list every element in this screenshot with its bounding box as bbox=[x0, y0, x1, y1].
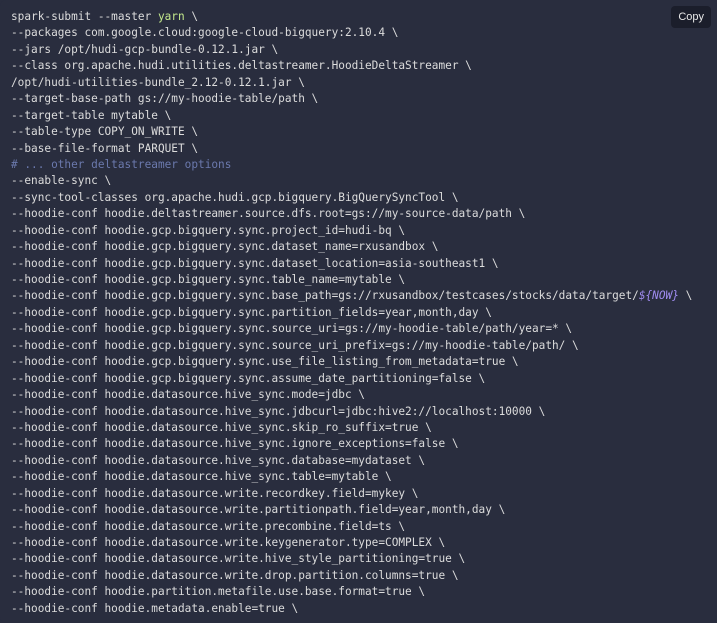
code-line: --hoodie-conf hoodie.gcp.bigquery.sync.t… bbox=[11, 272, 707, 288]
code-line: --hoodie-conf hoodie.datasource.write.pr… bbox=[11, 519, 707, 535]
code-text: --class org.apache.hudi.utilities.deltas… bbox=[11, 59, 472, 73]
code-line: --table-type COPY_ON_WRITE \ bbox=[11, 124, 707, 140]
code-line: --hoodie-conf hoodie.datasource.hive_syn… bbox=[11, 387, 707, 403]
code-text: --hoodie-conf hoodie.datasource.write.re… bbox=[11, 486, 419, 500]
code-text: --hoodie-conf hoodie.datasource.write.hi… bbox=[11, 552, 466, 566]
code-line: --hoodie-conf hoodie.datasource.hive_syn… bbox=[11, 404, 707, 420]
code-line: --hoodie-conf hoodie.gcp.bigquery.sync.p… bbox=[11, 223, 707, 239]
code-line: --hoodie-conf hoodie.gcp.bigquery.sync.u… bbox=[11, 354, 707, 370]
code-text: --target-base-path gs://my-hoodie-table/… bbox=[11, 92, 319, 106]
code-text: --enable-sync \ bbox=[11, 174, 112, 188]
code-text: --jars /opt/hudi-gcp-bundle-0.12.1.jar \ bbox=[11, 42, 279, 56]
code-text: /opt/hudi-utilities-bundle_2.12-0.12.1.j… bbox=[11, 75, 305, 89]
code-line: --hoodie-conf hoodie.gcp.bigquery.sync.d… bbox=[11, 239, 707, 255]
code-text: --hoodie-conf hoodie.datasource.write.pa… bbox=[11, 503, 506, 517]
code-text: --hoodie-conf hoodie.gcp.bigquery.sync.d… bbox=[11, 240, 439, 254]
code-text: --packages com.google.cloud:google-cloud… bbox=[11, 26, 399, 40]
code-text: --hoodie-conf hoodie.gcp.bigquery.sync.p… bbox=[11, 305, 492, 319]
code-line: --hoodie-conf hoodie.datasource.write.ke… bbox=[11, 535, 707, 551]
code-text: --hoodie-conf hoodie.datasource.write.pr… bbox=[11, 519, 406, 533]
code-line: --hoodie-conf hoodie.gcp.bigquery.sync.d… bbox=[11, 256, 707, 272]
code-line: --class org.apache.hudi.utilities.deltas… bbox=[11, 58, 707, 74]
copy-button[interactable]: Copy bbox=[671, 6, 711, 28]
code-text: --hoodie-conf hoodie.gcp.bigquery.sync.a… bbox=[11, 371, 486, 385]
code-line: --hoodie-conf hoodie.partition.metafile.… bbox=[11, 584, 707, 600]
code-line: --hoodie-conf hoodie.gcp.bigquery.sync.s… bbox=[11, 338, 707, 354]
code-text: --hoodie-conf hoodie.datasource.hive_syn… bbox=[11, 420, 432, 434]
code-text: --hoodie-conf hoodie.datasource.hive_syn… bbox=[11, 404, 546, 418]
code-line: --hoodie-conf hoodie.datasource.hive_syn… bbox=[11, 453, 707, 469]
code-line: --enable-sync \ bbox=[11, 173, 707, 189]
code-line: --hoodie-conf hoodie.datasource.hive_syn… bbox=[11, 469, 707, 485]
code-text: spark-submit --master bbox=[11, 10, 158, 23]
code-line: --base-file-format PARQUET \ bbox=[11, 141, 707, 157]
code-text: --hoodie-conf hoodie.metadata.enable=tru… bbox=[11, 601, 299, 615]
code-line: --sync-tool-classes org.apache.hudi.gcp.… bbox=[11, 190, 707, 206]
code-text: --hoodie-conf hoodie.deltastreamer.sourc… bbox=[11, 207, 526, 221]
code-line: --target-table mytable \ bbox=[11, 108, 707, 124]
code-text: --hoodie-conf hoodie.gcp.bigquery.sync.p… bbox=[11, 223, 406, 237]
code-text: --hoodie-conf hoodie.partition.metafile.… bbox=[11, 585, 426, 599]
code-line: --hoodie-conf hoodie.gcp.bigquery.sync.p… bbox=[11, 305, 707, 321]
code-line: --hoodie-conf hoodie.datasource.hive_syn… bbox=[11, 420, 707, 436]
code-text: --hoodie-conf hoodie.datasource.hive_syn… bbox=[11, 453, 426, 467]
code-text: --sync-tool-classes org.apache.hudi.gcp.… bbox=[11, 190, 459, 204]
code-text: --hoodie-conf hoodie.datasource.hive_syn… bbox=[11, 470, 392, 484]
code-line: --packages com.google.cloud:google-cloud… bbox=[11, 25, 707, 41]
code-text: --hoodie-conf hoodie.datasource.hive_syn… bbox=[11, 437, 459, 451]
code-text: --hoodie-conf hoodie.gcp.bigquery.sync.b… bbox=[11, 289, 639, 303]
code-text: --hoodie-conf hoodie.datasource.hive_syn… bbox=[11, 388, 365, 402]
code-text: --hoodie-conf hoodie.gcp.bigquery.sync.d… bbox=[11, 256, 499, 270]
code-text: --hoodie-conf hoodie.gcp.bigquery.sync.s… bbox=[11, 322, 573, 336]
code-line: --hoodie-conf hoodie.gcp.bigquery.sync.s… bbox=[11, 321, 707, 337]
code-line: --hoodie-conf hoodie.datasource.write.pa… bbox=[11, 502, 707, 518]
code-text: \ bbox=[678, 289, 693, 303]
code-line: --target-base-path gs://my-hoodie-table/… bbox=[11, 91, 707, 107]
code-line: /opt/hudi-utilities-bundle_2.12-0.12.1.j… bbox=[11, 75, 707, 91]
code-line: --hoodie-conf hoodie.metadata.enable=tru… bbox=[11, 601, 707, 617]
code-text: --table-type COPY_ON_WRITE \ bbox=[11, 125, 199, 139]
code-text: \ bbox=[184, 10, 199, 23]
code-variable: ${NOW} bbox=[638, 289, 679, 303]
code-keyword: yarn bbox=[157, 10, 185, 23]
code-text: --hoodie-conf hoodie.datasource.write.dr… bbox=[11, 568, 459, 582]
code-line: --jars /opt/hudi-gcp-bundle-0.12.1.jar \ bbox=[11, 42, 707, 58]
code-line: --hoodie-conf hoodie.deltastreamer.sourc… bbox=[11, 206, 707, 222]
code-block: Copy spark-submit --master yarn \ --packa… bbox=[0, 0, 717, 623]
code-comment: # ... other deltastreamer options bbox=[11, 157, 232, 171]
code-line: --hoodie-conf hoodie.gcp.bigquery.sync.b… bbox=[11, 288, 707, 304]
code-line: # ... other deltastreamer options bbox=[11, 157, 707, 173]
code-line: --hoodie-conf hoodie.datasource.hive_syn… bbox=[11, 436, 707, 452]
code-text: --hoodie-conf hoodie.gcp.bigquery.sync.u… bbox=[11, 355, 519, 369]
code-text: --hoodie-conf hoodie.gcp.bigquery.sync.s… bbox=[11, 338, 579, 352]
code-text: --hoodie-conf hoodie.datasource.write.ke… bbox=[11, 536, 446, 549]
code-content: spark-submit --master yarn \ --packages c… bbox=[11, 9, 707, 617]
code-line: --hoodie-conf hoodie.datasource.write.re… bbox=[11, 486, 707, 502]
code-text: --target-table mytable \ bbox=[11, 108, 172, 122]
code-line: --hoodie-conf hoodie.datasource.write.hi… bbox=[11, 551, 707, 567]
code-text: --base-file-format PARQUET \ bbox=[11, 141, 199, 155]
code-line: --hoodie-conf hoodie.datasource.write.dr… bbox=[11, 568, 707, 584]
code-line: --hoodie-conf hoodie.gcp.bigquery.sync.a… bbox=[11, 371, 707, 387]
code-line: spark-submit --master yarn \ bbox=[11, 9, 707, 25]
code-text: --hoodie-conf hoodie.gcp.bigquery.sync.t… bbox=[11, 273, 406, 286]
